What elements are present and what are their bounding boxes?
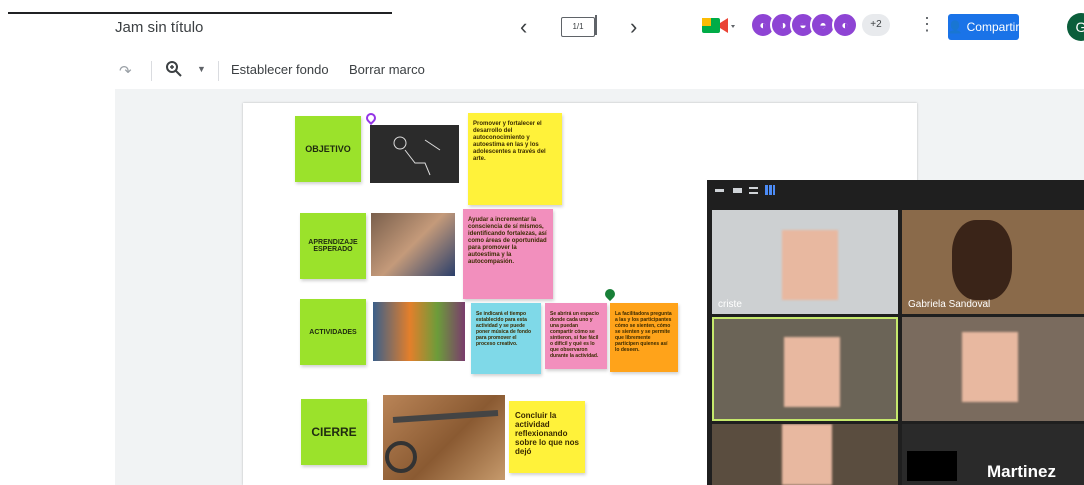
share-button-label: Compartir: [966, 20, 1020, 34]
chevron-left-icon[interactable]: ‹: [520, 14, 527, 40]
share-button[interactable]: 👤 Compartir: [948, 14, 1019, 40]
frame-divider: [595, 15, 597, 35]
participant-name: Gabriela Sandoval: [908, 299, 991, 310]
clear-frame-button[interactable]: Borrar marco: [349, 62, 425, 77]
video-tile[interactable]: Gabriela Sandoval: [902, 210, 1084, 314]
video-tile[interactable]: Martinez: [902, 424, 1084, 485]
meet-icon[interactable]: [700, 16, 738, 36]
zoom-icon[interactable]: [165, 60, 183, 83]
note-objetivo[interactable]: Promover y fortalecer el desarrollo del …: [468, 113, 562, 205]
lock-icon: 👤: [947, 20, 963, 34]
redo-icon[interactable]: ↷: [119, 62, 132, 80]
set-background-button[interactable]: Establecer fondo: [231, 62, 329, 77]
list-view-icon[interactable]: [749, 187, 758, 194]
label-aprendizaje[interactable]: APRENDIZAJE ESPERADO: [300, 213, 366, 279]
participant-name: Martinez: [987, 462, 1056, 481]
more-options-icon[interactable]: ⋮: [918, 14, 936, 35]
label-cierre[interactable]: CIERRE: [301, 399, 367, 465]
video-tile[interactable]: [902, 317, 1084, 421]
video-tile-active[interactable]: [712, 317, 898, 421]
participant-avatar[interactable]: ◐: [832, 12, 858, 38]
child-drawing-photo[interactable]: [371, 213, 455, 276]
note-actividad-2[interactable]: Se abrirá un espacio donde cada uno y un…: [545, 303, 607, 369]
backpack-zipper-photo[interactable]: [383, 395, 505, 480]
account-avatar[interactable]: G: [1067, 13, 1084, 41]
blurred-face: [784, 337, 840, 407]
label-objetivo[interactable]: OBJETIVO: [295, 116, 361, 182]
toolbar-divider: [218, 61, 219, 81]
participant-name: criste: [718, 299, 742, 310]
label-actividades[interactable]: ACTIVIDADES: [300, 299, 366, 365]
video-tile[interactable]: [712, 424, 898, 485]
hidden-name-box: [907, 451, 957, 481]
location-pin-icon: [363, 110, 379, 126]
frame-counter[interactable]: 1/1: [561, 17, 595, 37]
note-cierre[interactable]: Concluir la actividad reflexionando sobr…: [509, 401, 585, 473]
video-call-panel[interactable]: criste Gabriela Sandoval Martinez: [707, 180, 1084, 485]
top-border-line: [8, 12, 392, 14]
grid-view-icon[interactable]: [765, 185, 775, 195]
participant-figure: [952, 220, 1012, 300]
blurred-face: [782, 424, 832, 485]
children-activity-photo[interactable]: [373, 302, 465, 361]
chevron-down-icon[interactable]: ▼: [197, 64, 206, 74]
speaker-view-icon[interactable]: [733, 188, 742, 193]
chalkboard-image[interactable]: [370, 125, 459, 183]
note-actividad-1[interactable]: Se indicará el tiempo establecido para e…: [471, 303, 541, 374]
note-aprendizaje[interactable]: Ayudar a incrementar la consciencia de s…: [463, 209, 553, 299]
location-pin-icon: [602, 286, 618, 302]
toolbar-divider: [151, 61, 152, 81]
blurred-face: [962, 332, 1018, 402]
minimize-icon[interactable]: [715, 189, 724, 192]
more-participants-badge[interactable]: +2: [862, 14, 890, 36]
note-actividad-3[interactable]: La facilitadora pregunta a las y los par…: [610, 303, 678, 372]
video-tile[interactable]: criste: [712, 210, 898, 314]
document-title[interactable]: Jam sin título: [115, 19, 203, 36]
chevron-right-icon[interactable]: ›: [630, 14, 637, 40]
blurred-face: [782, 230, 838, 300]
